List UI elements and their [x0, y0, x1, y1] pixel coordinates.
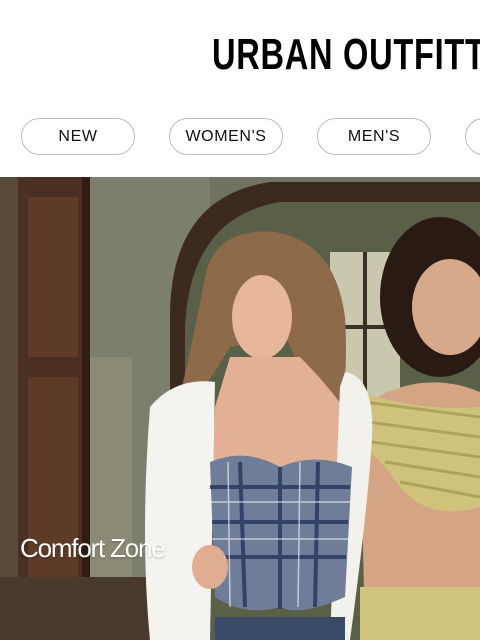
nav-pill-womens[interactable]: WOMEN'S — [169, 118, 283, 155]
site-header: URBAN OUTFITTERS NEW WOMEN'S MEN'S — [0, 0, 480, 177]
hero-caption[interactable]: Comfort Zone — [20, 533, 166, 564]
nav-pill-label: WOMEN'S — [185, 127, 267, 145]
hero-banner[interactable]: Comfort Zone — [0, 177, 480, 640]
nav-pill-next[interactable] — [465, 118, 480, 155]
nav-pill-mens[interactable]: MEN'S — [317, 118, 431, 155]
brand-logo[interactable]: URBAN OUTFITTERS — [212, 30, 480, 80]
nav-pill-label: NEW — [58, 127, 98, 145]
hero-image — [0, 177, 480, 640]
category-nav: NEW WOMEN'S MEN'S — [0, 118, 480, 156]
nav-pill-label: MEN'S — [347, 127, 401, 145]
nav-pill-new[interactable]: NEW — [21, 118, 135, 155]
